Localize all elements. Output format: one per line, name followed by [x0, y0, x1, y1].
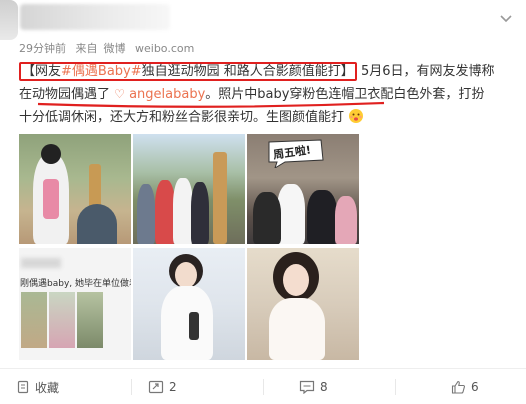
thumbnail-2	[49, 292, 75, 348]
photo-4-screenshot[interactable]: 刚偶遇baby, 她毕在单位做着撒	[19, 248, 131, 360]
headline-text: 独自逛动物园 和路人合影颜值能打	[141, 64, 341, 79]
line3-text: 十分低调休闲，还大方和粉丝合影很亲切。生图颜值能打	[19, 110, 345, 125]
post-header: 29分钟前 来自 微博 weibo.com	[0, 0, 526, 62]
post-line-1: 【网友#偶遇Baby#独自逛动物园 和路人合影颜值能打】 5月6日，有网友发博称	[19, 60, 519, 83]
client-name[interactable]: 微博	[104, 42, 126, 55]
favorite-icon	[17, 380, 29, 394]
like-button[interactable]: 6	[451, 378, 479, 396]
favorite-label: 收藏	[35, 380, 60, 395]
comment-button[interactable]: 8	[299, 378, 328, 396]
mention-link[interactable]: angelababy	[129, 87, 205, 102]
repost-count: 2	[169, 380, 177, 394]
repost-icon	[148, 380, 164, 394]
via-label: 来自	[75, 42, 98, 55]
action-bar: 收藏 2 8 6	[0, 368, 526, 404]
photo-2[interactable]	[133, 134, 245, 244]
photo-1[interactable]	[19, 134, 131, 244]
headline-prefix: 网友	[35, 64, 62, 79]
like-count: 6	[471, 380, 479, 394]
action-divider	[395, 379, 396, 395]
comment-icon	[299, 380, 315, 394]
avatar[interactable]	[0, 0, 18, 40]
post-time[interactable]: 29分钟前	[19, 42, 66, 55]
chevron-down-icon[interactable]	[498, 10, 514, 26]
thumbnail-1	[21, 292, 47, 348]
headline-box: 【网友#偶遇Baby#独自逛动物园 和路人合影颜值能打】	[19, 62, 357, 81]
photo-6[interactable]	[247, 248, 359, 360]
photo-3[interactable]: 周五啦!	[247, 134, 359, 244]
line2-lead: 在动物园偶遇了	[19, 87, 111, 102]
source-domain: weibo.com	[135, 42, 195, 55]
repost-button[interactable]: 2	[148, 378, 177, 396]
emoji-icon	[349, 109, 364, 123]
photo-5[interactable]	[133, 248, 245, 360]
photo-grid: 周五啦! 刚偶遇baby, 她毕在单位做着撒	[19, 134, 359, 360]
thumbnail-3	[77, 292, 103, 348]
post-meta: 29分钟前 来自 微博 weibo.com	[19, 40, 200, 56]
line1-tail: 5月6日，有网友发博称	[360, 64, 495, 79]
post-text: 【网友#偶遇Baby#独自逛动物园 和路人合影颜值能打】 5月6日，有网友发博称…	[19, 60, 519, 129]
favorite-button[interactable]: 收藏	[16, 378, 59, 396]
at-mention-icon: ♡	[114, 87, 125, 101]
comment-count: 8	[320, 380, 328, 394]
red-underline-annotation	[37, 101, 385, 108]
post-line-3: 十分低调休闲，还大方和粉丝合影很亲切。生图颜值能打	[19, 106, 519, 129]
blurred-header	[21, 258, 61, 268]
topic-link[interactable]: #偶遇Baby#	[61, 64, 142, 79]
username-blurred[interactable]	[20, 4, 170, 30]
action-divider	[263, 379, 264, 395]
action-divider	[131, 379, 132, 395]
line2-tail: 。照片中baby穿粉色连帽卫衣配白色外套，打扮	[205, 87, 485, 102]
screenshot-caption: 刚偶遇baby, 她毕在单位做着撒	[20, 279, 131, 289]
like-icon	[451, 380, 465, 394]
